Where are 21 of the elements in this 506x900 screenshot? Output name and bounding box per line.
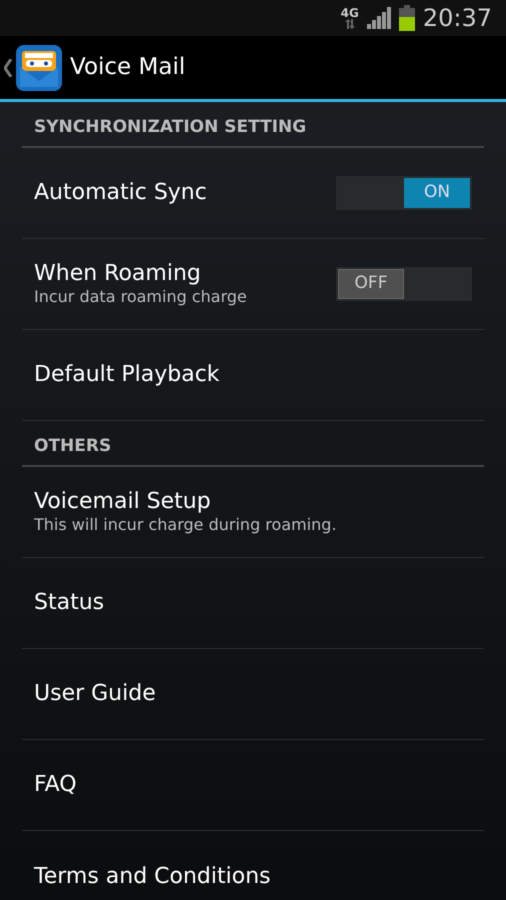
app-title: Voice Mail xyxy=(70,53,186,82)
setting-subtitle: Incur data roaming charge xyxy=(34,287,247,308)
data-arrows-icon xyxy=(344,19,356,29)
setting-title[interactable]: Terms and Conditions xyxy=(34,862,271,890)
setting-title[interactable]: Voicemail Setup xyxy=(34,488,337,516)
setting-title[interactable]: User Guide xyxy=(34,680,156,708)
app-logo-icon xyxy=(16,44,62,90)
signal-icon xyxy=(366,7,391,29)
clock: 20:37 xyxy=(422,6,492,30)
back-chevron-icon[interactable] xyxy=(4,58,12,76)
setting-subtitle: This will incur charge during roaming. xyxy=(34,515,337,536)
network-type-label: 4G xyxy=(340,7,359,19)
setting-title[interactable]: Status xyxy=(34,589,104,617)
setting-title[interactable]: FAQ xyxy=(34,771,77,799)
battery-icon xyxy=(398,5,415,31)
setting-title: When Roaming xyxy=(34,260,202,288)
section-header: SYNCHRONIZATION SETTING xyxy=(22,102,484,148)
setting-title: Automatic Sync xyxy=(34,179,207,207)
toggle-switch[interactable]: OFF xyxy=(336,267,472,301)
setting-title[interactable]: Default Playback xyxy=(34,361,220,389)
section-header: OTHERS xyxy=(22,421,484,467)
